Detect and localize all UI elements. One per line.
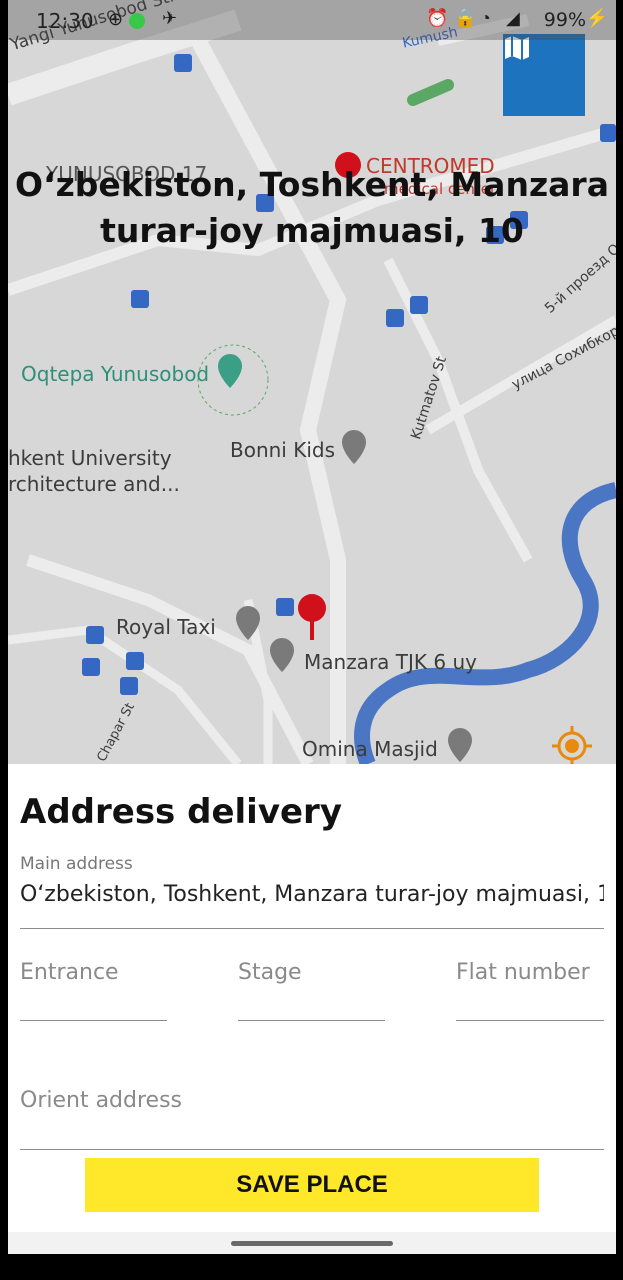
bus-stop-icon: [82, 658, 100, 676]
bus-stop-icon: [410, 296, 428, 314]
my-location-button[interactable]: [548, 722, 596, 770]
school-marker-icon: [342, 430, 366, 464]
notification-dot: [129, 13, 145, 29]
map-label-omina: Omina Masjid: [302, 737, 438, 761]
bus-stop-icon: [276, 598, 294, 616]
sheet-title: Address delivery: [20, 792, 342, 832]
map-label-oqtepa: Oqtepa Yunusobod: [21, 362, 210, 386]
save-place-button[interactable]: SAVE PLACE: [85, 1158, 539, 1212]
orient-address-underline: [20, 1149, 604, 1150]
stage-underline: [238, 1020, 385, 1021]
mosque-marker-icon: [448, 728, 472, 762]
flat-number-underline: [456, 1020, 604, 1021]
battery-charging-icon: ⚡: [585, 8, 608, 28]
battery-text: 99%: [543, 9, 586, 31]
map-label-university-1: hkent University: [8, 446, 172, 470]
main-address-input[interactable]: O‘zbekiston, Toshkent, Manzara turar-joy…: [20, 882, 604, 907]
bus-stop-icon: [131, 290, 149, 308]
map-label-manzara: Manzara TJK 6 uy: [304, 650, 477, 674]
stage-input[interactable]: Stage: [238, 960, 384, 985]
my-location-icon: [552, 726, 592, 766]
entrance-input[interactable]: Entrance: [20, 960, 166, 985]
map-label-university-2: rchitecture and...: [8, 472, 180, 496]
location-pin-icon: [298, 594, 326, 640]
main-address-underline: [20, 928, 604, 929]
alarm-icon: ⏰: [426, 8, 449, 28]
map-type-button[interactable]: [503, 34, 585, 116]
bus-stop-icon: [386, 309, 404, 327]
wifi-icon: ◔: [480, 8, 491, 28]
address-delivery-sheet: Address delivery Main address O‘zbekisto…: [8, 764, 616, 1254]
status-bar: 12:30 ⊕ ✈ ⏰ 🔒 ◔ ◢ 99% ⚡: [8, 0, 616, 40]
app-screen: Yangi Yunusobod Street Kumush YUNUSOBOD …: [8, 0, 616, 1254]
map-label-royal: Royal Taxi: [116, 615, 216, 639]
sync-icon: ⊕: [108, 9, 124, 29]
map-view[interactable]: Yangi Yunusobod Street Kumush YUNUSOBOD …: [8, 0, 616, 766]
bus-stop-icon: [126, 652, 144, 670]
entrance-underline: [20, 1020, 167, 1021]
status-time: 12:30: [36, 9, 94, 33]
poi-marker-icon: [270, 638, 294, 672]
bus-stop-icon: [86, 626, 104, 644]
flat-number-input[interactable]: Flat number: [456, 960, 604, 985]
bus-stop-icon: [600, 124, 616, 142]
cell-signal-icon: ◢: [506, 8, 520, 28]
selected-address-overlay: O‘zbekiston, Toshkent, Manzara turar-joy…: [15, 165, 609, 250]
lock-icon: 🔒: [454, 8, 477, 28]
signal-icon: ✈: [162, 8, 178, 28]
main-address-label: Main address: [20, 854, 133, 874]
home-gesture-handle[interactable]: [231, 1241, 393, 1246]
bus-stop-icon: [174, 54, 192, 72]
orient-address-input[interactable]: Orient address: [20, 1088, 604, 1113]
map-label-bonni: Bonni Kids: [230, 438, 336, 462]
park-marker-icon: [218, 354, 242, 388]
bus-stop-icon: [120, 677, 138, 695]
